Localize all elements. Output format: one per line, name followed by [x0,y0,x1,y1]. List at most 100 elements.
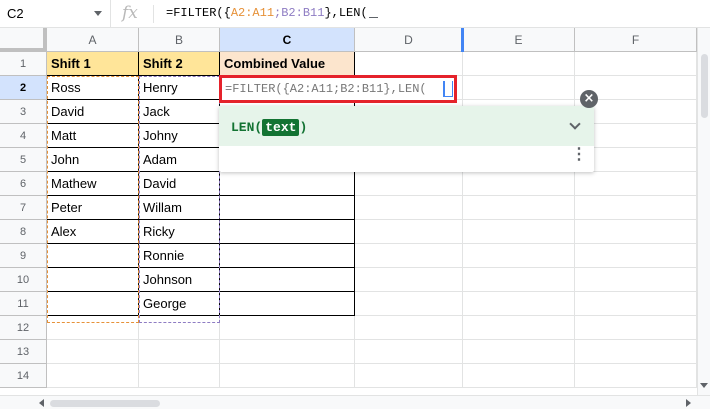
cell-e9[interactable] [463,244,575,268]
cell-d10[interactable] [355,268,463,292]
cell-b6[interactable]: David [139,172,220,196]
chevron-down-icon[interactable] [94,11,102,16]
cell-e7[interactable] [463,196,575,220]
cell-c10[interactable] [220,268,355,292]
cell-a2[interactable]: Ross [47,76,139,100]
row-header-14[interactable]: 14 [0,364,47,388]
row-header-10[interactable]: 10 [0,268,47,292]
row-header-2[interactable]: 2 [0,76,47,100]
freeze-column-marker[interactable] [461,28,464,52]
vertical-scroll-thumb[interactable] [701,54,708,118]
cell-b3[interactable]: Jack [139,100,220,124]
cell-b8[interactable]: Ricky [139,220,220,244]
cell-d14[interactable] [355,364,463,388]
scroll-down-icon[interactable] [700,383,708,388]
cell-b2[interactable]: Henry [139,76,220,100]
cell-e10[interactable] [463,268,575,292]
cell-b5[interactable]: Adam [139,148,220,172]
cell-a11[interactable] [47,292,139,316]
cell-e8[interactable] [463,220,575,244]
cell-c9[interactable] [220,244,355,268]
cell-b4[interactable]: Johny [139,124,220,148]
cell-b9[interactable]: Ronnie [139,244,220,268]
column-header-c[interactable]: C [220,28,355,52]
cell-d11[interactable] [355,292,463,316]
cell-a12[interactable] [47,316,139,340]
cell-a4[interactable]: Matt [47,124,139,148]
column-header-e[interactable]: E [463,28,575,52]
formula-input[interactable]: =FILTER({A2:A11;B2:B11},LEN( [166,6,378,20]
cell-f6[interactable] [575,172,697,196]
function-help-header[interactable]: LEN(text) [219,106,594,146]
cell-a7[interactable]: Peter [47,196,139,220]
row-header-7[interactable]: 7 [0,196,47,220]
cell-e6[interactable] [463,172,575,196]
cell-e13[interactable] [463,340,575,364]
cell-d8[interactable] [355,220,463,244]
cell-d7[interactable] [355,196,463,220]
row-header-3[interactable]: 3 [0,100,47,124]
row-header-12[interactable]: 12 [0,316,47,340]
column-header-a[interactable]: A [47,28,139,52]
horizontal-scroll-thumb[interactable] [50,400,160,407]
cell-f13[interactable] [575,340,697,364]
cell-a10[interactable] [47,268,139,292]
cell-f10[interactable] [575,268,697,292]
cell-c1[interactable]: Combined Value [220,52,355,76]
cell-a5[interactable]: John [47,148,139,172]
cell-c11[interactable] [220,292,355,316]
chevron-down-icon[interactable] [569,118,581,130]
row-header-4[interactable]: 4 [0,124,47,148]
cell-c13[interactable] [220,340,355,364]
select-all-corner[interactable] [0,28,47,52]
cell-c14[interactable] [220,364,355,388]
cell-b14[interactable] [139,364,220,388]
cell-a9[interactable] [47,244,139,268]
cell-f9[interactable] [575,244,697,268]
cell-b1[interactable]: Shift 2 [139,52,220,76]
close-icon[interactable]: × [580,90,598,108]
vertical-scrollbar[interactable] [697,28,710,395]
row-header-6[interactable]: 6 [0,172,47,196]
cell-a1[interactable]: Shift 1 [47,52,139,76]
cell-e2[interactable] [463,76,575,100]
cell-e11[interactable] [463,292,575,316]
cell-b11[interactable]: George [139,292,220,316]
cell-e1[interactable] [463,52,575,76]
cell-e12[interactable] [463,316,575,340]
name-box[interactable]: C2 [0,0,111,28]
cell-a14[interactable] [47,364,139,388]
scroll-right-icon[interactable] [686,399,691,407]
cell-c8[interactable] [220,220,355,244]
cell-d13[interactable] [355,340,463,364]
cell-f7[interactable] [575,196,697,220]
more-options-icon[interactable]: ⋮ [571,147,587,163]
cell-d6[interactable] [355,172,463,196]
cell-d12[interactable] [355,316,463,340]
cell-a3[interactable]: David [47,100,139,124]
cell-c12[interactable] [220,316,355,340]
cell-f14[interactable] [575,364,697,388]
scroll-left-icon[interactable] [39,399,44,407]
cell-c6[interactable] [220,172,355,196]
cell-a13[interactable] [47,340,139,364]
column-header-d[interactable]: D [355,28,463,52]
cell-b10[interactable]: Johnson [139,268,220,292]
horizontal-scrollbar[interactable] [0,395,710,409]
cell-b13[interactable] [139,340,220,364]
cell-f12[interactable] [575,316,697,340]
row-header-9[interactable]: 9 [0,244,47,268]
row-header-11[interactable]: 11 [0,292,47,316]
cell-a8[interactable]: Alex [47,220,139,244]
row-header-5[interactable]: 5 [0,148,47,172]
cell-f8[interactable] [575,220,697,244]
active-cell-editor[interactable]: =FILTER({A2:A11;B2:B11},LEN( [219,75,457,103]
column-header-f[interactable]: F [575,28,697,52]
cell-f11[interactable] [575,292,697,316]
cell-c7[interactable] [220,196,355,220]
cell-b12[interactable] [139,316,220,340]
row-header-1[interactable]: 1 [0,52,47,76]
cell-d1[interactable] [355,52,463,76]
cell-e14[interactable] [463,364,575,388]
cell-d9[interactable] [355,244,463,268]
